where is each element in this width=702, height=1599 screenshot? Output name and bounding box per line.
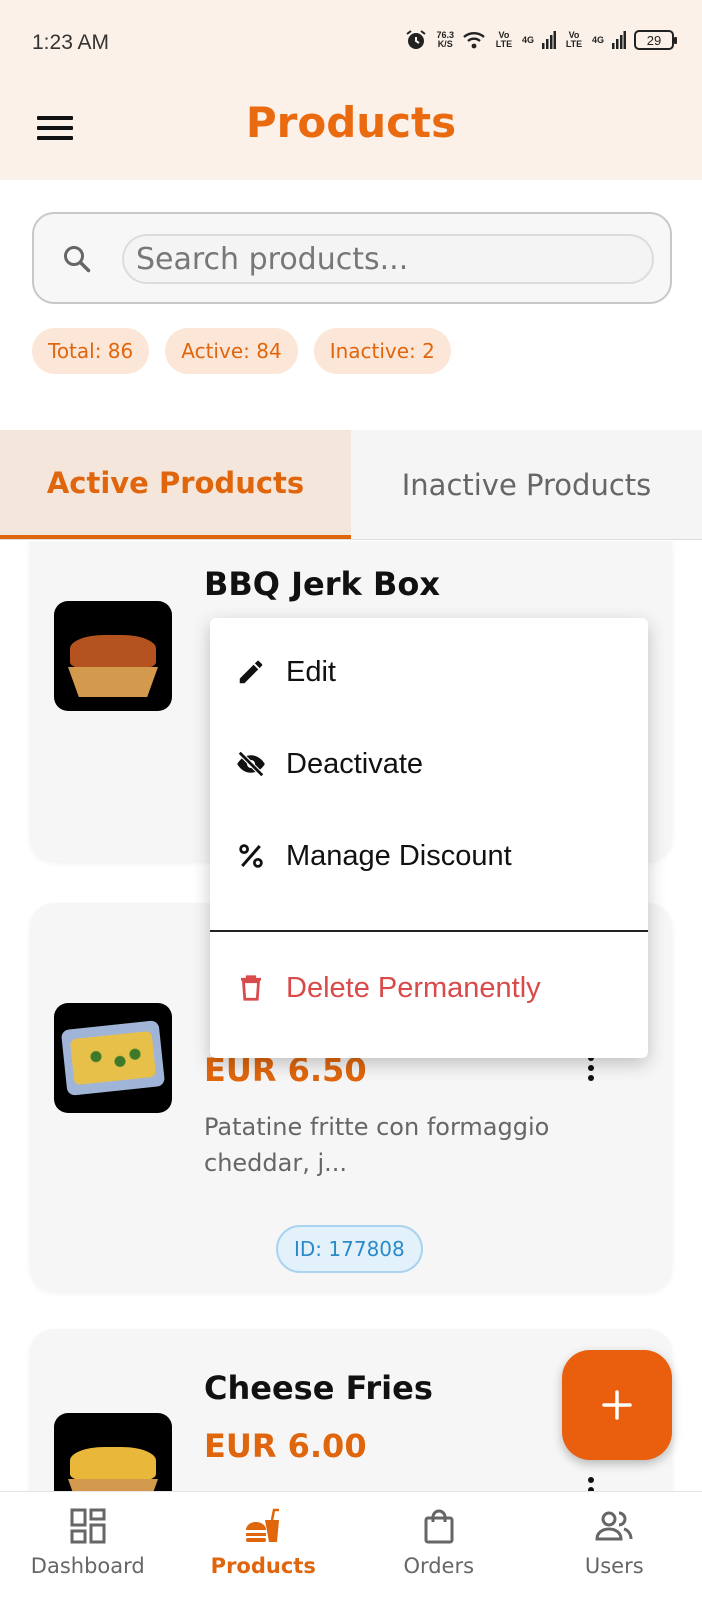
nav-dashboard[interactable]: Dashboard (0, 1492, 176, 1599)
sim2-network: 4G (591, 34, 604, 45)
status-bar: 1:23 AM 76.3 K/S Vo LTE 4G Vo LTE 4G 29 (0, 0, 702, 80)
percent-icon (239, 844, 263, 868)
add-product-button[interactable] (562, 1350, 672, 1460)
menu-divider (210, 930, 648, 932)
sim1-volte: Vo LTE (495, 30, 513, 49)
tab-inactive-products[interactable]: Inactive Products (351, 430, 702, 539)
menu-label: Delete Permanently (286, 971, 541, 1004)
plus-icon (602, 1390, 632, 1420)
battery-icon: 29 (634, 30, 677, 50)
menu-item-manage-discount[interactable]: Manage Discount (210, 814, 648, 898)
inactive-count-badge: Inactive: 2 (313, 328, 451, 374)
more-options-icon[interactable] (584, 1055, 598, 1081)
product-description: Patatine fritte con formaggio cheddar, j… (204, 1113, 550, 1177)
pencil-icon (239, 660, 263, 684)
product-context-menu: Edit Deactivate Manage Discount Delete P… (210, 618, 648, 1058)
search-box (32, 212, 672, 304)
menu-item-edit[interactable]: Edit (210, 630, 648, 714)
menu-label: Edit (286, 655, 336, 688)
signal-icon (612, 31, 626, 49)
total-count-badge: Total: 86 (32, 328, 150, 374)
product-name: Cheese Fries (204, 1369, 433, 1407)
wifi-icon (463, 32, 485, 49)
product-tabs: Active Products Inactive Products (0, 430, 702, 540)
status-time: 1:23 AM (32, 31, 110, 54)
product-image (54, 1003, 172, 1113)
status-icons: 76.3 K/S Vo LTE 4G Vo LTE 4G 29 (404, 28, 677, 52)
search-icon (64, 246, 91, 273)
net-speed: 76.3 K/S (436, 30, 454, 49)
product-image (54, 601, 172, 711)
product-image (54, 1413, 172, 1491)
nav-products[interactable]: Products (176, 1492, 352, 1599)
app-bar: Products (0, 80, 702, 180)
sim1-network: 4G (521, 34, 534, 45)
page-title: Products (245, 98, 457, 147)
more-options-icon[interactable] (584, 1477, 598, 1491)
nav-label: Users (584, 1554, 644, 1578)
menu-item-delete-permanently[interactable]: Delete Permanently (210, 946, 648, 1030)
product-price: EUR 6.00 (204, 1427, 367, 1465)
nav-label: Orders (403, 1554, 475, 1578)
menu-label: Deactivate (286, 747, 424, 780)
nav-label: Dashboard (30, 1554, 145, 1578)
battery-level: 29 (646, 32, 662, 48)
bottom-navigation: Dashboard Products Orders Users (0, 1491, 702, 1599)
search-input[interactable] (122, 234, 654, 284)
shopping-bag-icon (424, 1509, 454, 1544)
trash-icon (241, 975, 261, 1001)
nav-users[interactable]: Users (527, 1492, 702, 1599)
alarm-icon (406, 30, 427, 49)
menu-label: Manage Discount (286, 839, 512, 872)
stats-chips: Total: 86 Active: 84 Inactive: 2 (32, 328, 451, 374)
fastfood-icon (246, 1508, 280, 1542)
signal-icon (541, 31, 556, 49)
tab-active-products[interactable]: Active Products (0, 430, 351, 539)
product-id-badge: ID: 177808 (276, 1225, 423, 1273)
eye-off-icon (237, 750, 265, 778)
active-count-badge: Active: 84 (165, 328, 298, 374)
nav-label: Products (210, 1554, 316, 1578)
sim2-volte: Vo LTE (565, 30, 583, 49)
menu-item-deactivate[interactable]: Deactivate (210, 722, 648, 806)
users-icon (595, 1511, 633, 1541)
nav-orders[interactable]: Orders (351, 1492, 527, 1599)
product-name: BBQ Jerk Box (204, 565, 440, 603)
dashboard-icon (70, 1508, 106, 1544)
